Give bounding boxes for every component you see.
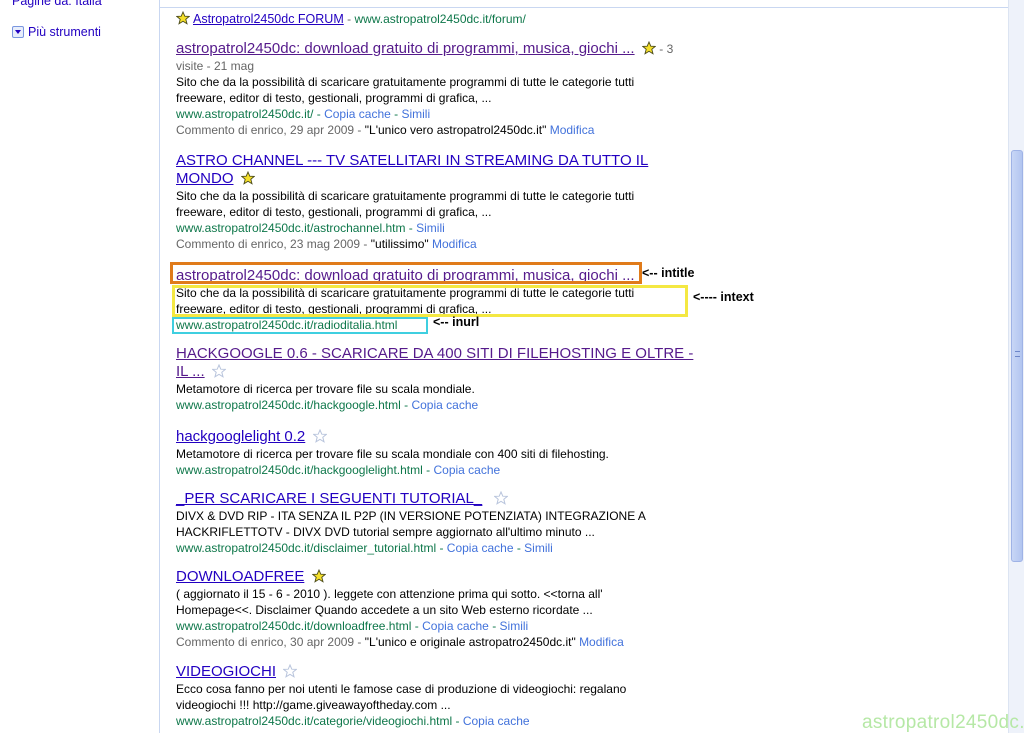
comment-quote: "utilissimo"	[370, 237, 429, 251]
result-url: www.astropatrol2450dc.it/forum/	[354, 12, 526, 26]
result-title-link[interactable]: Astropatrol2450dc FORUM	[193, 12, 344, 26]
result-item: DOWNLOADFREE ( aggiornato il 15 - 6 - 20…	[176, 568, 736, 650]
result-snippet: Homepage<<. Disclaimer Quando accedete a…	[176, 603, 593, 617]
modify-link[interactable]: Modifica	[432, 237, 477, 251]
comment-text: Commento di enrico, 29 apr 2009 -	[176, 123, 365, 137]
result-url: www.astropatrol2450dc.it/downloadfree.ht…	[176, 619, 412, 633]
result-item: _PER SCARICARE I SEGUENTI TUTORIAL_ DIVX…	[176, 490, 736, 556]
unstarred-star-icon[interactable]	[211, 364, 226, 378]
inurl-callout: <-- inurl	[433, 315, 480, 329]
grip-icon	[1015, 351, 1020, 357]
result-url: www.astropatrol2450dc.it/categorie/video…	[176, 714, 453, 728]
vertical-scrollbar[interactable]	[1008, 0, 1024, 733]
result-url: www.astropatrol2450dc.it/disclaimer_tuto…	[176, 541, 437, 555]
similar-link[interactable]: Simili	[401, 107, 430, 121]
similar-link[interactable]: Simili	[500, 619, 529, 633]
starred-star-icon[interactable]	[176, 11, 190, 25]
result-snippet: freeware, editor di testo, gestionali, p…	[176, 205, 492, 219]
result-snippet: videogiochi !!! http://game.giveawayofth…	[176, 698, 451, 712]
more-tools-label: Più strumenti	[28, 25, 101, 39]
result-snippet: Sito che da la possibilità di scaricare …	[176, 75, 635, 89]
pages-italy-link[interactable]: Pagine da: Italia	[12, 0, 102, 8]
cache-link[interactable]: Copia cache	[463, 714, 530, 728]
separator: -	[343, 12, 355, 26]
top-rule	[160, 7, 1010, 8]
result-item: astropatrol2450dc: download gratuito di …	[176, 40, 736, 138]
result-snippet: ( aggiornato il 15 - 6 - 2010 ). leggete…	[176, 587, 603, 601]
visits-count: - 3	[655, 42, 674, 56]
result-item: HACKGOOGLE 0.6 - SCARICARE DA 400 SITI D…	[176, 345, 736, 413]
result-snippet: Ecco cosa fanno per noi utenti le famose…	[176, 682, 627, 696]
cache-link[interactable]: Copia cache	[422, 619, 489, 633]
result-item: hackgooglelight 0.2 Metamotore di ricerc…	[176, 428, 736, 478]
unstarred-star-icon[interactable]	[283, 664, 298, 678]
comment-text: Commento di enrico, 23 mag 2009 -	[176, 237, 371, 251]
result-title-link[interactable]: ASTRO CHANNEL --- TV SATELLITARI IN STRE…	[176, 152, 648, 169]
intext-highlight-box	[172, 285, 688, 317]
result-snippet: DIVX & DVD RIP - ITA SENZA IL P2P (IN VE…	[176, 509, 646, 523]
result-item: VIDEOGIOCHI Ecco cosa fanno per noi uten…	[176, 663, 736, 729]
intitle-highlight-box	[170, 262, 642, 284]
inurl-highlight-box	[172, 317, 428, 334]
result-title-link-cont[interactable]: IL ...	[176, 363, 205, 380]
result-snippet: Metamotore di ricerca per trovare file s…	[176, 382, 475, 396]
expand-arrow-icon	[12, 26, 24, 38]
result-title-link[interactable]: DOWNLOADFREE	[176, 568, 304, 585]
comment-text: Commento di enrico, 30 apr 2009 -	[176, 635, 365, 649]
cache-link[interactable]: Copia cache	[411, 398, 478, 412]
cache-link[interactable]: Copia cache	[433, 463, 500, 477]
comment-quote: "L'unico e originale astropatro2450dc.it…	[364, 635, 576, 649]
similar-link[interactable]: Simili	[416, 221, 445, 235]
result-title-link[interactable]: VIDEOGIOCHI	[176, 663, 276, 680]
starred-star-icon[interactable]	[240, 171, 255, 185]
result-item: Astropatrol2450dc FORUM - www.astropatro…	[176, 10, 736, 28]
result-snippet: HACKRIFLETTOTV - DIVX DVD tutorial sempr…	[176, 525, 595, 539]
result-title-link[interactable]: hackgooglelight 0.2	[176, 428, 305, 445]
unstarred-star-icon[interactable]	[493, 491, 508, 505]
result-title-link[interactable]: _PER SCARICARE I SEGUENTI TUTORIAL_	[176, 490, 482, 507]
result-snippet: freeware, editor di testo, gestionali, p…	[176, 91, 492, 105]
similar-link[interactable]: Simili	[524, 541, 553, 555]
watermark: astropatrol2450dc.it	[862, 712, 1024, 733]
scrollbar-thumb[interactable]	[1011, 150, 1023, 562]
cache-link[interactable]: Copia cache	[447, 541, 514, 555]
modify-link[interactable]: Modifica	[550, 123, 595, 137]
unstarred-star-icon[interactable]	[312, 429, 327, 443]
cache-link[interactable]: Copia cache	[324, 107, 391, 121]
result-snippet: Metamotore di ricerca per trovare file s…	[176, 447, 609, 461]
comment-quote: "L'unico vero astropatrol2450dc.it"	[364, 123, 547, 137]
modify-link[interactable]: Modifica	[579, 635, 624, 649]
result-title-link[interactable]: astropatrol2450dc: download gratuito di …	[176, 40, 635, 57]
results-divider	[159, 0, 160, 733]
result-snippet: Sito che da la possibilità di scaricare …	[176, 189, 635, 203]
result-url: www.astropatrol2450dc.it/hackgooglelight…	[176, 463, 423, 477]
result-url: www.astropatrol2450dc.it/astrochannel.ht…	[176, 221, 406, 235]
left-nav: Pagine da: Italia Più strumenti	[0, 0, 160, 733]
starred-star-icon[interactable]	[641, 41, 656, 55]
intitle-callout: <-- intitle	[642, 266, 695, 280]
result-url: www.astropatrol2450dc.it/	[176, 107, 314, 121]
visits-date: visite - 21 mag	[176, 59, 255, 73]
starred-star-icon[interactable]	[311, 569, 326, 583]
result-url: www.astropatrol2450dc.it/hackgoogle.html	[176, 398, 401, 412]
more-tools-toggle[interactable]: Più strumenti	[12, 25, 101, 39]
result-item: ASTRO CHANNEL --- TV SATELLITARI IN STRE…	[176, 152, 736, 252]
result-title-link-cont[interactable]: MONDO	[176, 170, 234, 187]
result-title-link[interactable]: HACKGOOGLE 0.6 - SCARICARE DA 400 SITI D…	[176, 345, 693, 362]
intext-callout: <---- intext	[693, 290, 754, 304]
